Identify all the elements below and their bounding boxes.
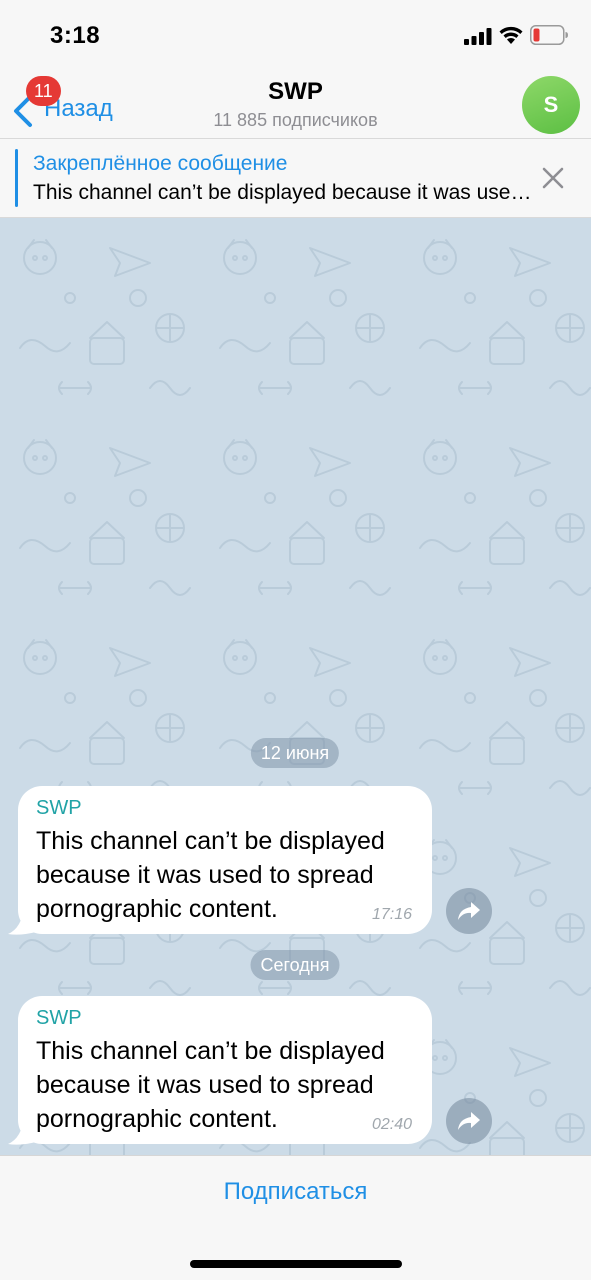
channel-title[interactable]: SWP [0, 78, 591, 106]
nav-bar: Назад 11 SWP 11 885 подписчиков S [0, 70, 591, 139]
message-time: 02:40 [371, 1116, 412, 1133]
message-text: This channel can’t be displayed because … [36, 827, 385, 923]
signal-icon [464, 28, 492, 45]
bottom-bar: Подписаться [0, 1155, 591, 1280]
date-separator: Сегодня [250, 950, 340, 980]
message-bubble[interactable]: SWP This channel can’t be displayed beca… [18, 996, 432, 1144]
message-time: 17:16 [371, 906, 412, 923]
message-bubble[interactable]: SWP This channel can’t be displayed beca… [18, 786, 432, 934]
pinned-text: This channel can’t be displayed because … [33, 181, 533, 204]
chat-area[interactable]: 12 июня SWP This channel can’t be displa… [0, 218, 591, 1155]
message-text: This channel can’t be displayed because … [36, 1037, 385, 1133]
subscribe-button[interactable]: Подписаться [0, 1178, 591, 1206]
share-button[interactable] [446, 888, 492, 934]
status-bar: 3:18 [0, 0, 591, 70]
pinned-title: Закреплённое сообщение [33, 152, 288, 175]
message-sender[interactable]: SWP [36, 796, 414, 820]
telegram-channel-screen: 3:18 Назад 11 SWP 11 885 подписчиков S З… [0, 0, 591, 1280]
share-icon [458, 902, 480, 920]
home-indicator[interactable] [190, 1260, 402, 1268]
pinned-message-bar[interactable]: Закреплённое сообщение This channel can’… [0, 139, 591, 218]
message-sender[interactable]: SWP [36, 1006, 414, 1030]
share-icon [458, 1112, 480, 1130]
subscriber-count: 11 885 подписчиков [213, 110, 378, 130]
close-icon[interactable] [541, 166, 565, 190]
date-separator: 12 июня [250, 738, 340, 768]
share-button[interactable] [446, 1098, 492, 1144]
wifi-icon [499, 26, 523, 44]
battery-icon [530, 25, 568, 45]
pinned-accent-line [15, 149, 18, 207]
status-time: 3:18 [50, 22, 101, 49]
channel-avatar[interactable]: S [522, 76, 580, 134]
